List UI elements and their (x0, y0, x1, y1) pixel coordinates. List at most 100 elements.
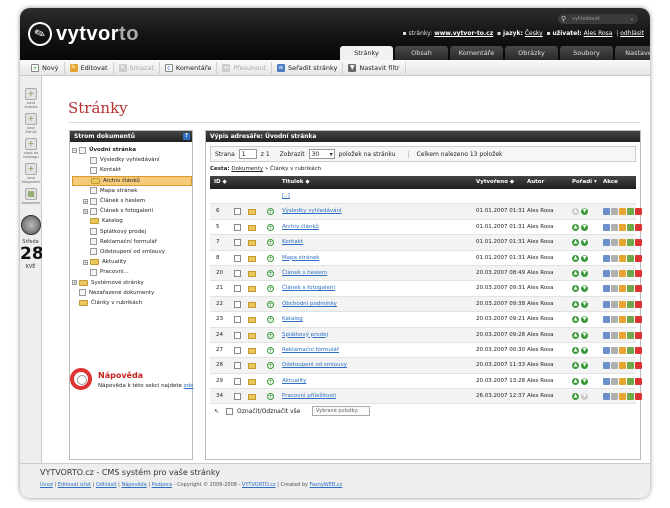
folder-icon[interactable] (248, 255, 256, 262)
move-up-icon[interactable]: ▲ (572, 393, 579, 401)
bulk-action-select[interactable]: Vybrané položky: (312, 406, 370, 417)
row-title-link[interactable]: Obchodní podmínky (282, 301, 337, 307)
preview-icon[interactable] (603, 269, 610, 277)
tree-item[interactable]: Reklamační formulář (72, 237, 192, 247)
table-row[interactable]: 22 + Obchodní podmínky 20.03.2007 09:38 Ales… (210, 296, 642, 313)
preview-icon[interactable] (603, 393, 610, 401)
folder-icon[interactable] (248, 394, 256, 401)
add-child-icon[interactable]: + (267, 300, 274, 308)
settings-icon[interactable] (611, 362, 618, 370)
settings-icon[interactable] (611, 316, 618, 324)
col-order[interactable]: Pořadí ▾ (572, 179, 597, 185)
comments-button[interactable]: c Komentáře (160, 61, 218, 74)
search-dropdown-icon[interactable]: ⌄ (630, 14, 634, 24)
tree-item[interactable]: − Úvodní stránka (72, 145, 192, 155)
preview-icon[interactable] (603, 208, 610, 216)
tree-item[interactable]: Archiv článků (72, 175, 192, 186)
row-title-link[interactable]: Archiv článků (282, 224, 319, 230)
expand-icon[interactable]: + (83, 198, 88, 204)
delete-icon[interactable] (635, 208, 642, 216)
col-title[interactable]: Titulek ◆ (282, 179, 310, 185)
help-link[interactable]: zde (184, 383, 194, 389)
parent-link[interactable]: [..] (282, 193, 290, 199)
row-checkbox[interactable] (234, 239, 241, 247)
move-down-icon[interactable]: ▼ (581, 346, 588, 354)
add-child-icon[interactable]: + (267, 362, 274, 370)
collapse-icon[interactable]: − (72, 147, 77, 153)
move-up-icon[interactable]: ▲ (572, 223, 579, 231)
preview-icon[interactable] (603, 223, 610, 231)
tab-images[interactable]: Obrázky (505, 46, 558, 60)
edit-icon[interactable] (619, 362, 626, 370)
row-checkbox[interactable] (234, 300, 241, 308)
edit-icon[interactable] (619, 377, 626, 385)
preview-icon[interactable] (603, 362, 610, 370)
add-child-icon[interactable]: + (267, 285, 274, 293)
table-row[interactable]: 8 + Mapa stránek 01.01.2007 01:31 Ales Rosa ▲… (210, 251, 642, 266)
move-down-icon[interactable]: ▼ (581, 269, 588, 277)
row-title-link[interactable]: Kontakt (282, 239, 303, 245)
delete-icon[interactable] (635, 362, 642, 370)
row-checkbox[interactable] (234, 346, 241, 354)
preview-icon[interactable] (603, 300, 610, 308)
folder-icon[interactable] (248, 301, 256, 308)
settings-icon[interactable] (611, 300, 618, 308)
delete-icon[interactable] (635, 331, 642, 339)
move-up-icon[interactable]: ▲ (572, 208, 579, 216)
move-icon[interactable] (627, 316, 634, 324)
row-checkbox[interactable] (234, 393, 241, 401)
folder-icon[interactable] (248, 240, 256, 247)
add-child-icon[interactable]: + (267, 208, 274, 216)
table-row[interactable]: 21 + Článek s fotogalerií 20.03.2007 09:31 A… (210, 281, 642, 297)
add-child-icon[interactable]: + (267, 377, 274, 385)
sort-pages-button[interactable]: ≡ Seřadit stránky (272, 61, 344, 74)
tab-content[interactable]: Obsah (395, 46, 448, 60)
new-gallery-shortcut[interactable]: + nová fotogalerie (21, 163, 41, 184)
settings-icon[interactable] (611, 331, 618, 339)
col-created[interactable]: Vytvořeno ◆ (476, 179, 514, 185)
delete-icon[interactable] (635, 316, 642, 324)
move-icon[interactable] (627, 285, 634, 293)
tree-item[interactable]: Pracovní... (72, 267, 192, 277)
table-row[interactable]: 7 + Kontakt 01.01.2007 01:31 Ales Rosa ▲ ▼ (210, 235, 642, 251)
move-icon[interactable] (627, 362, 634, 370)
footer-link-support[interactable]: Podpora (152, 482, 172, 488)
move-up-icon[interactable]: ▲ (572, 316, 579, 324)
language-link[interactable]: Česky (525, 30, 543, 37)
move-icon[interactable] (627, 208, 634, 216)
delete-icon[interactable] (635, 377, 642, 385)
settings-icon[interactable] (611, 269, 618, 277)
row-title-link[interactable]: Článek s fotogalerií (282, 285, 335, 291)
move-icon[interactable] (627, 223, 634, 231)
settings-icon[interactable] (611, 254, 618, 262)
row-checkbox[interactable] (234, 269, 241, 277)
row-checkbox[interactable] (234, 377, 241, 385)
row-title-link[interactable]: Aktuality (282, 378, 306, 384)
tree-item[interactable]: Odstoupení od smlouvy (72, 247, 192, 257)
move-down-icon[interactable]: ▼ (581, 331, 588, 339)
tree-item[interactable]: + Systémové stránky (72, 277, 192, 287)
footer-brand-link[interactable]: VYTVORTO.cz (242, 482, 276, 488)
move-icon[interactable] (627, 377, 634, 385)
move-down-icon[interactable]: ▼ (581, 254, 588, 262)
move-down-icon[interactable]: ▼ (581, 208, 588, 216)
move-down-icon[interactable]: ▼ (581, 285, 588, 293)
preview-icon[interactable] (603, 346, 610, 354)
expand-icon[interactable]: + (83, 259, 88, 265)
settings-icon[interactable] (611, 346, 618, 354)
edit-icon[interactable] (619, 346, 626, 354)
footer-link-logout[interactable]: Odhlásit (96, 482, 117, 488)
move-icon[interactable] (627, 239, 634, 247)
edit-icon[interactable] (619, 254, 626, 262)
filter-button[interactable]: ▼ Nastavit filtr (343, 61, 406, 74)
row-checkbox[interactable] (234, 362, 241, 370)
move-down-icon[interactable]: ▼ (581, 223, 588, 231)
add-child-icon[interactable]: + (267, 223, 274, 231)
move-icon[interactable] (627, 269, 634, 277)
edit-icon[interactable] (619, 269, 626, 277)
add-child-icon[interactable]: + (267, 254, 274, 262)
move-down-icon[interactable]: ▼ (581, 239, 588, 247)
tree-item[interactable]: + Článek s heslem (72, 196, 192, 206)
row-checkbox[interactable] (234, 331, 241, 339)
delete-icon[interactable] (635, 254, 642, 262)
